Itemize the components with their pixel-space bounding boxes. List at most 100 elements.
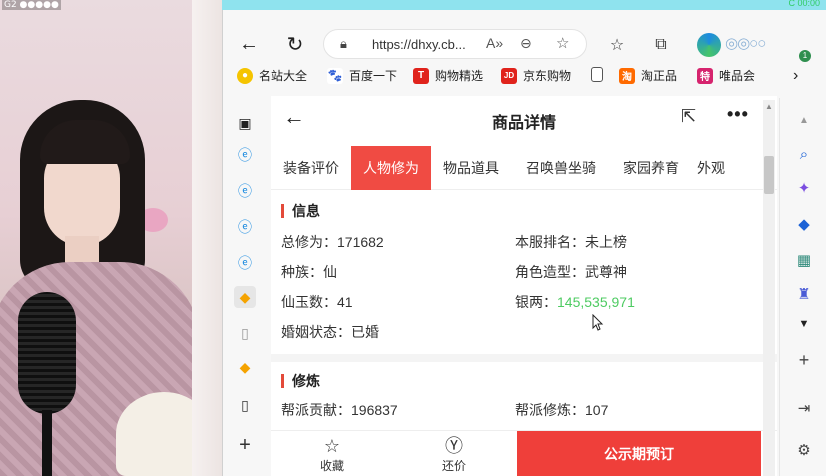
share-icon[interactable]: ⇱ <box>681 106 696 127</box>
document-icon[interactable] <box>591 67 603 82</box>
tag-icon[interactable]: ◆ <box>794 214 814 234</box>
kv-key: 种族： <box>281 264 323 280</box>
kv-key: 角色造型： <box>515 264 585 280</box>
url-text: https://dhxy.cb... <box>372 37 466 52</box>
collections-icon[interactable]: ⧉ <box>647 31 675 59</box>
bookmark-item[interactable]: 淘 淘正品 <box>619 67 677 84</box>
favorites-icon[interactable]: ☆ <box>603 31 631 59</box>
strip-label: C 00:00 <box>788 0 820 8</box>
kv-value: 已婚 <box>351 324 379 340</box>
webcam-overlay: G2 ●●●●● <box>0 0 222 476</box>
search-icon[interactable]: ⌕ <box>794 144 814 164</box>
kv-guild-contribution: 帮派贡献：196837 <box>281 400 398 420</box>
section-title: 修炼 <box>281 374 320 388</box>
kv-key: 本服排名： <box>515 234 585 250</box>
bookmark-item[interactable]: ● 名站大全 <box>237 67 307 84</box>
add-icon[interactable]: + <box>794 350 814 370</box>
sidebar-toggle-icon[interactable]: ⇥ <box>794 398 814 418</box>
edge-logo-icon[interactable] <box>697 33 721 57</box>
zoom-icon[interactable]: ⊖ <box>520 35 532 52</box>
profile-badge: 1 <box>799 50 811 62</box>
kv-marital-status: 婚姻状态：已婚 <box>281 322 379 342</box>
bookmark-label: 京东购物 <box>523 69 572 83</box>
kv-value: 未上榜 <box>585 234 627 250</box>
tab-edge-icon[interactable]: ⓔ <box>234 180 256 202</box>
te-icon: 特 <box>697 67 713 84</box>
tab-page-icon[interactable]: ▯ <box>234 394 256 416</box>
profile-icon[interactable]: ◎◎○○ <box>725 34 766 52</box>
bookmark-label: 唯品会 <box>719 69 756 83</box>
tab-cultivation[interactable]: 人物修为 <box>351 146 431 190</box>
category-tabs: 装备评价 人物修为 物品道具 召唤兽坐骑 家园养育 外观 <box>271 146 777 190</box>
settings-icon[interactable]: ⚙ <box>794 440 814 460</box>
mouse-cursor-icon <box>592 314 604 331</box>
tab-game-icon[interactable]: ◆ <box>234 286 256 308</box>
star-icon: ☆ <box>323 436 341 456</box>
back-button[interactable]: ← <box>235 30 263 58</box>
divider <box>271 354 777 362</box>
kv-key: 总修为： <box>281 234 337 250</box>
preorder-button[interactable]: 公示期预订 <box>517 431 761 476</box>
sparkle-icon[interactable]: ✦ <box>794 178 814 198</box>
tab-actions-icon[interactable]: ▣ <box>234 112 256 134</box>
chevron-right-icon[interactable]: › <box>793 67 798 85</box>
refresh-button[interactable]: ↻ <box>281 30 309 58</box>
kv-value: 145,535,971 <box>557 294 635 310</box>
more-icon[interactable]: ••• <box>727 104 749 125</box>
collect-button[interactable]: ☆ 收藏 <box>287 437 377 474</box>
section-title: 信息 <box>281 204 320 218</box>
bookmark-item[interactable]: JD 京东购物 <box>501 67 571 84</box>
bargain-button[interactable]: Ⓨ 还价 <box>409 437 499 474</box>
top-strip: C 00:00 <box>222 0 826 10</box>
bookmarks-bar: ● 名站大全 🐾︎ 百度一下 T 购物精选 JD 京东购物 淘 淘正品 特 唯品… <box>223 64 826 90</box>
tab-appearance[interactable]: 外观 <box>691 146 731 190</box>
toolbox-icon[interactable]: ▦ <box>794 250 814 270</box>
page-scrollbar[interactable]: ▲ <box>763 100 775 476</box>
scroll-thumb[interactable] <box>764 156 774 194</box>
read-aloud-icon[interactable]: A» <box>486 35 503 51</box>
kv-role-model: 角色造型：武尊神 <box>515 262 627 282</box>
kv-value: 171682 <box>337 234 384 250</box>
kv-value: 武尊神 <box>585 264 627 280</box>
bookmark-label: 名站大全 <box>259 69 308 83</box>
kv-value: 107 <box>585 402 609 418</box>
page-content: ← 商品详情 ⇱ ••• 装备评价 人物修为 物品道具 召唤兽坐骑 家园养育 外… <box>271 96 777 476</box>
kv-total-cultivation: 总修为：171682 <box>281 232 384 252</box>
kv-value: 仙 <box>323 264 337 280</box>
kv-server-rank: 本服排名：未上榜 <box>515 232 627 252</box>
add-favorite-icon[interactable]: ☆ <box>556 34 569 52</box>
new-tab-icon[interactable]: + <box>234 434 256 456</box>
tab-edge-icon[interactable]: ⓔ <box>234 144 256 166</box>
tab-items[interactable]: 物品道具 <box>431 146 511 190</box>
jd-icon: JD <box>501 67 517 84</box>
tab-equipment[interactable]: 装备评价 <box>271 146 351 190</box>
bookmark-label: 淘正品 <box>641 69 678 83</box>
kv-guild-cultivation: 帮派修炼：107 <box>515 400 608 420</box>
tab-pets[interactable]: 召唤兽坐骑 <box>513 146 609 190</box>
address-row: ← ↻ 🔒︎ https://dhxy.cb... A» ⊖ ☆ ☆ ⧉ ◎◎○… <box>223 28 826 62</box>
scroll-up-icon[interactable]: ▲ <box>765 102 773 111</box>
tab-home[interactable]: 家园养育 <box>609 146 693 190</box>
globe-icon: ● <box>237 67 253 84</box>
game-icon[interactable]: ♜ <box>794 284 814 304</box>
kv-race: 种族：仙 <box>281 262 337 282</box>
chevron-down-icon[interactable]: ▼ <box>794 314 814 334</box>
page-header: ← 商品详情 ⇱ ••• <box>271 96 777 140</box>
tab-edge-icon[interactable]: ⓔ <box>234 216 256 238</box>
kv-key: 婚姻状态： <box>281 324 351 340</box>
collect-label: 收藏 <box>319 459 344 473</box>
scroll-up-icon[interactable]: ▲ <box>794 110 814 130</box>
bookmark-item[interactable]: T 购物精选 <box>413 67 483 84</box>
tao-icon: 淘 <box>619 67 635 84</box>
kv-key: 帮派贡献： <box>281 402 351 418</box>
bookmark-item[interactable]: 特 唯品会 <box>697 67 755 84</box>
address-bar[interactable]: 🔒︎ https://dhxy.cb... A» ⊖ ☆ <box>323 29 587 59</box>
tab-edge-icon[interactable]: ⓔ <box>234 252 256 274</box>
kv-value: 41 <box>337 294 353 310</box>
tab-page-icon[interactable]: ▯ <box>234 322 256 344</box>
tab-game-icon[interactable]: ◆ <box>234 356 256 378</box>
bookmark-item[interactable]: 🐾︎ 百度一下 <box>327 67 397 84</box>
kv-key: 仙玉数： <box>281 294 337 310</box>
kv-jade: 仙玉数：41 <box>281 292 353 312</box>
kv-value: 196837 <box>351 402 398 418</box>
